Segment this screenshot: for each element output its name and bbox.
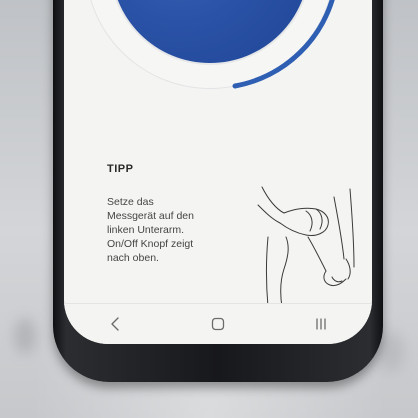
forearm-illustration (257, 186, 355, 308)
tip-section: TIPP Setze das Messgerät auf den linken … (107, 163, 267, 265)
tip-text: Setze das Messgerät auf den linken Unter… (107, 196, 194, 264)
background-blur-left (14, 318, 36, 354)
android-navigation-bar (64, 303, 372, 344)
home-button[interactable] (198, 309, 238, 339)
recent-apps-icon (315, 318, 326, 330)
gauge-arc (232, 0, 335, 89)
back-button[interactable] (95, 309, 135, 339)
background-blur-right (378, 332, 404, 372)
phone-frame: TIPP Setze das Messgerät auf den linken … (53, 0, 383, 382)
tip-title: TIPP (107, 163, 134, 175)
back-chevron-icon (111, 317, 120, 331)
recent-apps-button[interactable] (301, 309, 341, 339)
home-icon (211, 317, 225, 331)
gauge-circle (85, 0, 335, 89)
phone-screen: TIPP Setze das Messgerät auf den linken … (64, 0, 372, 344)
